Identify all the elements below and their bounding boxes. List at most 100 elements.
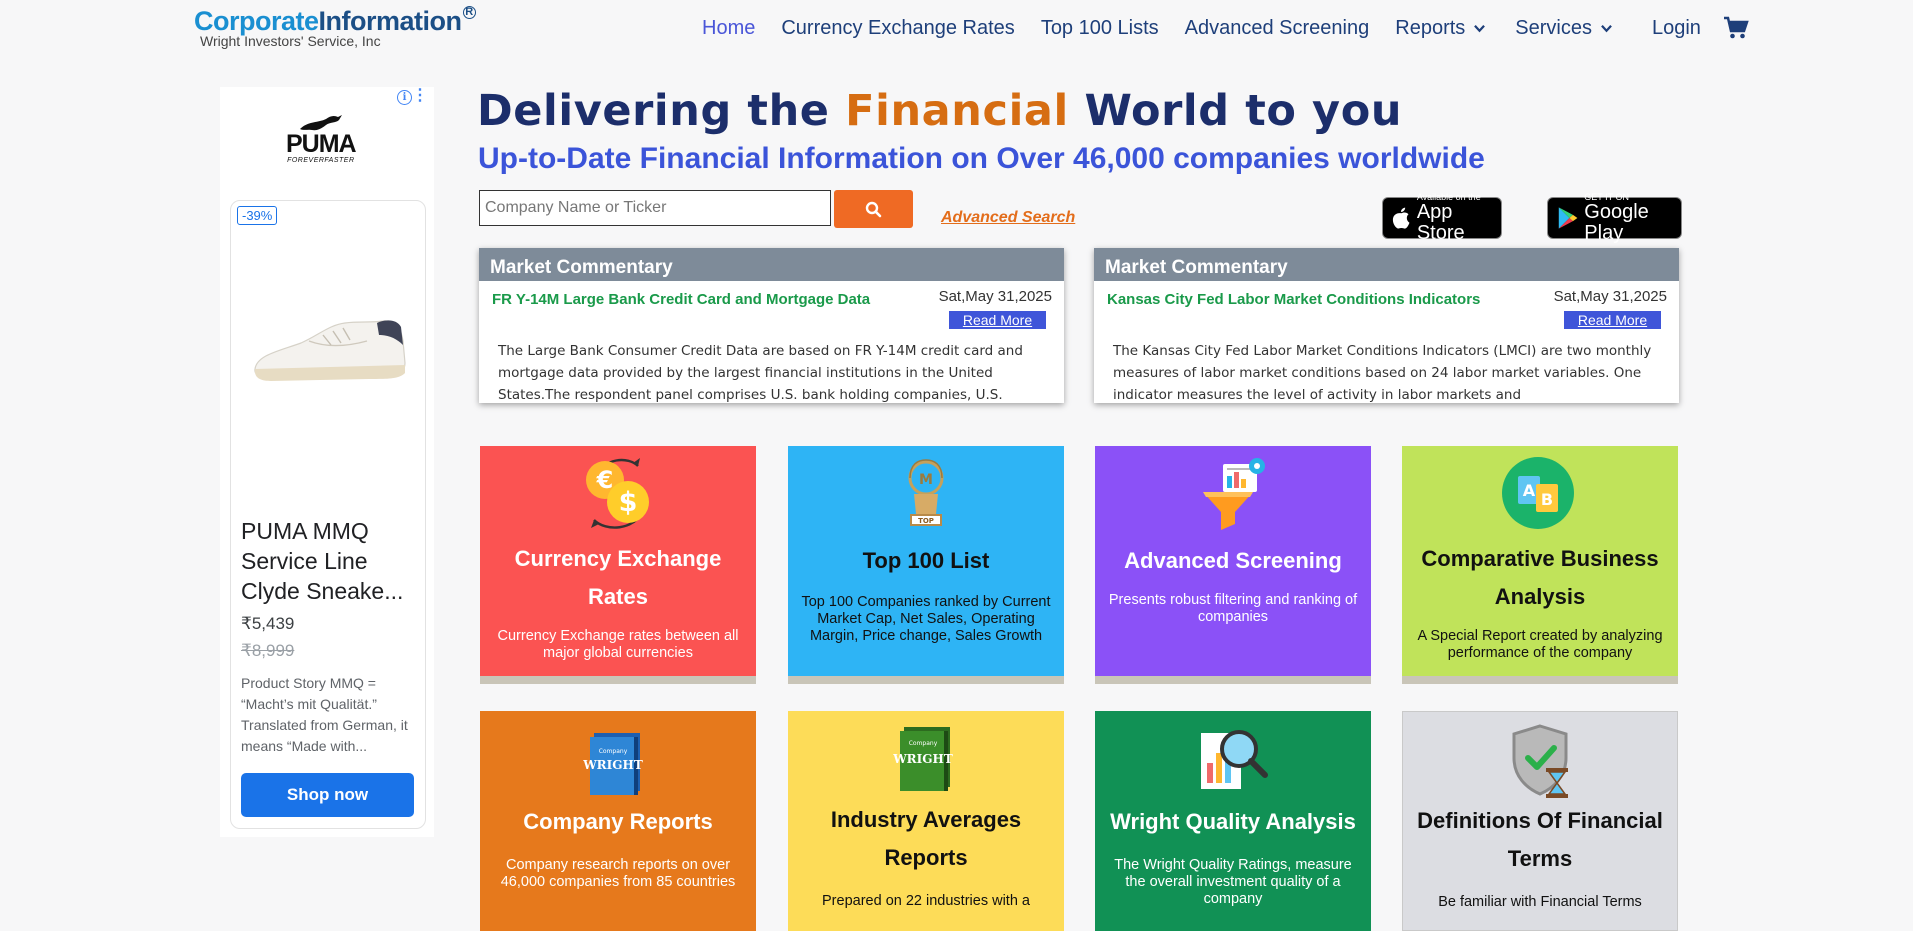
commentary-title[interactable]: Kansas City Fed Labor Market Conditions …: [1107, 291, 1480, 308]
book-label: WRIGHT: [582, 758, 643, 772]
cart-icon[interactable]: [1723, 16, 1749, 40]
magnifier-chart-icon: [1095, 719, 1371, 799]
svg-text:Company: Company: [909, 740, 938, 747]
advanced-search-link[interactable]: Advanced Search: [941, 209, 1075, 227]
ab-comparison-icon: A B: [1402, 454, 1678, 534]
logo-part2: Information: [318, 6, 463, 36]
google-play-big-text: Google Play: [1584, 201, 1649, 244]
company-search-input[interactable]: [479, 190, 831, 226]
shopping-cart-icon: [1723, 16, 1749, 39]
tile-title: Wright Quality Analysis: [1110, 809, 1356, 834]
report-book-icon: Company WRIGHT: [788, 719, 1064, 799]
google-play-badge[interactable]: GET IT ON Google Play: [1547, 192, 1682, 244]
trophy-icon: TOP M: [788, 454, 1064, 534]
app-store-badge[interactable]: Available on the App Store: [1382, 192, 1502, 244]
report-book-icon: Company WRIGHT: [480, 723, 756, 803]
tile-title: Top 100 List: [862, 548, 990, 573]
nav-advanced-screening[interactable]: Advanced Screening: [1185, 17, 1370, 40]
commentary-date: Sat,May 31,2025: [1553, 288, 1667, 305]
svg-text:M: M: [919, 472, 933, 488]
title-part2: World to you: [1068, 86, 1403, 136]
ad-product-card[interactable]: -39% PUMA MMQ Service Line Clyde Sneake.…: [230, 200, 426, 829]
tile-description: The Wright Quality Ratings, measure the …: [1114, 857, 1352, 907]
commentary-body: The Kansas City Fed Labor Market Conditi…: [1113, 343, 1652, 403]
ad-info-icon[interactable]: i: [397, 90, 412, 105]
commentary-title[interactable]: FR Y-14M Large Bank Credit Card and Mort…: [492, 291, 870, 308]
ad-brand-tagline: FOREVERFASTER: [287, 157, 355, 164]
book-label: WRIGHT: [892, 752, 953, 766]
tile-description: Top 100 Companies ranked by Current Mark…: [801, 594, 1051, 644]
commentary-date: Sat,May 31,2025: [938, 288, 1052, 305]
nav-home[interactable]: Home: [702, 17, 755, 40]
google-play-icon: [1558, 207, 1578, 229]
page-title: Delivering the Financial World to you: [477, 86, 1402, 136]
discount-badge: -39%: [237, 206, 278, 225]
ad-brand-name: PUMA: [286, 130, 357, 158]
tile-advanced-screening[interactable]: Advanced Screening Presents robust filte…: [1095, 446, 1371, 684]
nav-currency-exchange-rates[interactable]: Currency Exchange Rates: [781, 17, 1014, 40]
ad-product-title: PUMA MMQ Service Line Clyde Sneake...: [241, 518, 404, 604]
tile-title: Definitions Of Financial Terms: [1417, 808, 1663, 871]
site-logo[interactable]: CorporateInformation R Wright Investors' …: [194, 6, 476, 49]
commentary-header: Market Commentary: [479, 248, 1064, 281]
shield-hourglass-icon: [1403, 720, 1677, 800]
nav-reports[interactable]: Reports: [1395, 16, 1486, 40]
ad-description: Product Story MMQ = “Macht’s mit Qualitä…: [241, 675, 408, 754]
title-accent: Financial: [845, 86, 1069, 136]
svg-text:$: $: [619, 487, 638, 518]
tile-description: Presents robust filtering and ranking of…: [1108, 592, 1358, 625]
svg-text:B: B: [1541, 490, 1553, 509]
currency-exchange-icon: € $: [480, 454, 756, 534]
tile-company-reports[interactable]: Company WRIGHT Company Reports Company r…: [480, 711, 756, 931]
chevron-down-icon: [1601, 24, 1612, 32]
google-play-text: GET IT ON Google Play: [1584, 192, 1681, 244]
logo-part1: Corporate: [194, 6, 319, 36]
app-store-text: Available on the App Store: [1417, 192, 1501, 244]
tile-definitions-of-financial-terms[interactable]: Definitions Of Financial Terms Be famili…: [1402, 711, 1678, 931]
page-subtitle: Up-to-Date Financial Information on Over…: [478, 142, 1485, 175]
sneaker-image: [254, 320, 406, 381]
tile-industry-averages-reports[interactable]: Company WRIGHT Industry Averages Reports…: [788, 711, 1064, 931]
tile-title: Company Reports: [523, 809, 713, 834]
read-more-button[interactable]: Read More: [949, 311, 1046, 329]
svg-text:€: €: [596, 466, 614, 494]
ad-menu-icon[interactable]: ⋮: [412, 88, 428, 104]
tile-top-100-list[interactable]: TOP M Top 100 List Top 100 Companies ran…: [788, 446, 1064, 684]
tile-title: Advanced Screening: [1124, 548, 1342, 573]
filter-funnel-icon: [1095, 454, 1371, 534]
tile-wright-quality-analysis[interactable]: Wright Quality Analysis The Wright Quali…: [1095, 711, 1371, 931]
shop-now-button[interactable]: Shop now: [241, 773, 414, 817]
tile-description: Company research reports on over 46,000 …: [500, 857, 736, 890]
tile-title: Comparative Business Analysis: [1421, 546, 1659, 609]
nav-login[interactable]: Login: [1652, 17, 1701, 40]
tile-title: Currency Exchange Rates: [514, 546, 722, 609]
tile-comparative-business-analysis[interactable]: A B Comparative Business Analysis A Spec…: [1402, 446, 1678, 684]
tile-description: A Special Report created by analyzing pe…: [1417, 628, 1663, 661]
tile-description: Prepared on 22 industries with a: [822, 893, 1030, 909]
read-more-button[interactable]: Read More: [1564, 311, 1661, 329]
registered-mark: R: [462, 6, 476, 19]
app-store-big-text: App Store: [1416, 201, 1465, 244]
nav-services-label: Services: [1515, 16, 1592, 39]
trophy-label: TOP: [918, 517, 934, 525]
commentary-header: Market Commentary: [1094, 248, 1679, 281]
tile-title: Industry Averages Reports: [830, 807, 1022, 870]
search-icon: [865, 201, 882, 217]
sidebar-ad[interactable]: i ⋮ PUMA FOREVERFASTER -39% PUMA MMQ Ser…: [220, 87, 434, 837]
tile-currency-exchange-rates[interactable]: € $ Currency Exchange Rates Currency Exc…: [480, 446, 756, 684]
svg-text:A: A: [1523, 481, 1536, 500]
ad-old-price: ₹8,999: [241, 641, 295, 660]
market-commentary-card: Market Commentary Kansas City Fed Labor …: [1094, 248, 1679, 403]
ad-price: ₹5,439: [241, 614, 295, 633]
commentary-body: The Large Bank Consumer Credit Data are …: [498, 343, 1023, 403]
nav-reports-label: Reports: [1395, 16, 1466, 39]
main-nav: Home Currency Exchange Rates Top 100 Lis…: [702, 16, 1775, 40]
nav-services[interactable]: Services: [1515, 17, 1612, 40]
market-commentary-card: Market Commentary FR Y-14M Large Bank Cr…: [479, 248, 1064, 403]
nav-top-100-lists[interactable]: Top 100 Lists: [1041, 17, 1159, 40]
logo-wordmark: CorporateInformation R: [194, 6, 476, 36]
apple-icon: [1392, 207, 1410, 229]
tile-description: Be familiar with Financial Terms: [1438, 894, 1642, 910]
search-button[interactable]: [834, 190, 913, 228]
chevron-down-icon: [1474, 24, 1486, 32]
